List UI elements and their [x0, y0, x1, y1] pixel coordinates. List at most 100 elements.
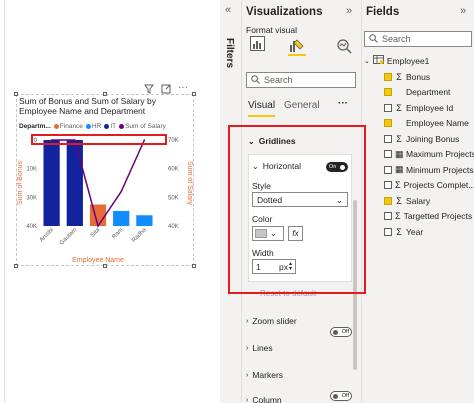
y-axis-left-title: Sum of Bonus	[17, 161, 24, 205]
filters-label[interactable]: Filters	[224, 38, 235, 68]
checkbox-checked[interactable]	[384, 196, 392, 205]
checkbox[interactable]	[384, 134, 392, 143]
checkbox[interactable]	[384, 103, 392, 112]
markers-label: Markers	[252, 370, 284, 380]
viz-search-input[interactable]: Search	[246, 72, 356, 88]
chevron-down-icon: ⌄	[364, 57, 370, 65]
field-item[interactable]: Σ Bonus	[384, 69, 472, 85]
table-employee1[interactable]: ⌄ Employee1	[364, 53, 429, 69]
checkbox[interactable]	[384, 227, 392, 236]
chevron-right-icon: ›	[246, 396, 249, 403]
chart-legend: Departm... Finance HR IT Sum of Salary	[19, 123, 166, 130]
column-section[interactable]: › Column	[246, 395, 282, 403]
y-tick-left: 30K	[26, 195, 37, 201]
field-item[interactable]: ▦ Maximum Projects	[384, 147, 474, 163]
salary-point	[74, 139, 76, 141]
x-tick-label: Radha	[131, 227, 148, 244]
tab-general[interactable]: General	[284, 100, 320, 111]
markers-section[interactable]: › Markers	[246, 370, 283, 380]
field-label: Joining Bonus	[406, 133, 460, 144]
checkbox[interactable]	[384, 212, 392, 221]
x-axis-title: Employee Name	[72, 257, 124, 264]
measure-icon: ▦	[395, 164, 404, 175]
field-label: Department	[406, 87, 451, 98]
bar-ram	[113, 210, 130, 226]
fields-pane: Fields » Search ⌄ Employee1 Σ Bonus Depart…	[362, 0, 474, 403]
x-tick-label: Sita	[90, 227, 102, 239]
checkbox[interactable]	[384, 181, 392, 190]
column-label: Column	[252, 395, 282, 403]
lines-label: Lines	[252, 343, 273, 353]
field-item[interactable]: Σ Salary	[384, 193, 472, 209]
field-item[interactable]: Σ Projects Complet...	[384, 178, 474, 194]
chart-title: Sum of Bonus and Sum of Salary by Employ…	[19, 96, 157, 116]
resize-handle[interactable]	[192, 92, 196, 96]
sigma-icon: Σ	[396, 71, 402, 82]
checkbox-checked[interactable]	[384, 119, 392, 128]
legend-item-hr[interactable]: HR	[85, 123, 101, 130]
checkbox[interactable]	[384, 165, 392, 174]
field-item[interactable]: ▦ Minimum Projects	[384, 162, 474, 178]
expand-pane-icon[interactable]: »	[460, 5, 466, 17]
format-visual-label: Format visual	[246, 25, 298, 35]
field-item[interactable]: Σ Employee Id	[384, 100, 472, 116]
sigma-icon: Σ	[396, 226, 402, 237]
x-tick-label: Ram	[111, 227, 124, 240]
field-item[interactable]: Σ Targetted Projects	[384, 209, 472, 225]
field-item[interactable]: Σ Joining Bonus	[384, 131, 472, 147]
y-tick-left: 40K	[26, 224, 37, 230]
legend-item-sum-of-salary[interactable]: Sum of Salary	[119, 123, 166, 130]
field-item[interactable]: Department	[384, 85, 472, 101]
field-item[interactable]: Employee Name	[384, 116, 472, 132]
field-item[interactable]: Σ Year	[384, 224, 472, 240]
sigma-icon: Σ	[396, 195, 402, 206]
chart-plot: Sum of Bonus Sum of Salary2010K30K40K70K6…	[17, 134, 193, 264]
lines-section[interactable]: › Lines	[246, 343, 273, 353]
analytics-icon[interactable]	[336, 38, 352, 56]
sigma-icon: Σ	[396, 133, 402, 144]
legend-item-finance[interactable]: Finance	[53, 123, 83, 130]
y-tick-right: 40K	[168, 224, 179, 230]
salary-point	[50, 139, 53, 141]
field-label: Maximum Projects	[406, 149, 474, 160]
field-label: Year	[406, 226, 424, 237]
y-tick-right: 50K	[168, 195, 179, 201]
tab-visual[interactable]: Visual	[248, 100, 276, 117]
search-icon	[369, 33, 378, 45]
search-placeholder: Search	[264, 75, 293, 85]
salary-point	[143, 139, 146, 141]
bar-gautam	[66, 140, 83, 226]
measure-icon: ▦	[395, 148, 404, 159]
zoom-slider-section[interactable]: › Zoom slider	[246, 316, 297, 326]
bar-radha	[136, 215, 153, 226]
field-label: Employee Id	[406, 102, 454, 113]
field-label: Minimum Projects	[406, 164, 474, 175]
fields-title: Fields	[366, 6, 400, 18]
format-visual-icon[interactable]	[288, 36, 306, 56]
build-visual-icon[interactable]	[250, 36, 265, 51]
more-options-icon[interactable]: ···	[338, 98, 348, 109]
canvas-divider	[4, 0, 5, 403]
y-axis-right-title: Sum of Salary	[186, 161, 193, 205]
field-label: Targetted Projects	[403, 211, 473, 222]
y-tick-right: 70K	[168, 138, 179, 144]
table-icon	[372, 55, 384, 66]
checkbox-checked[interactable]	[384, 88, 392, 97]
field-label: Bonus	[406, 71, 431, 82]
zoom-slider-toggle[interactable]: Off	[330, 327, 352, 337]
x-tick-label: Arushi	[39, 227, 55, 243]
checkbox[interactable]	[384, 150, 392, 159]
salary-point	[120, 190, 122, 193]
expand-pane-icon[interactable]: »	[346, 5, 352, 17]
table-name: Employee1	[386, 55, 430, 66]
fields-search-input[interactable]: Search	[364, 31, 472, 47]
checkbox-checked[interactable]	[384, 72, 392, 81]
collapse-icon[interactable]: «	[225, 4, 231, 16]
y-tick-right: 60K	[168, 167, 179, 173]
resize-handle[interactable]	[14, 92, 18, 96]
markers-toggle[interactable]: Off	[330, 391, 352, 401]
y-tick-left: 10K	[26, 167, 37, 173]
search-placeholder: Search	[382, 34, 411, 44]
sigma-icon: Σ	[395, 211, 401, 222]
legend-item-it[interactable]: IT	[104, 123, 116, 130]
